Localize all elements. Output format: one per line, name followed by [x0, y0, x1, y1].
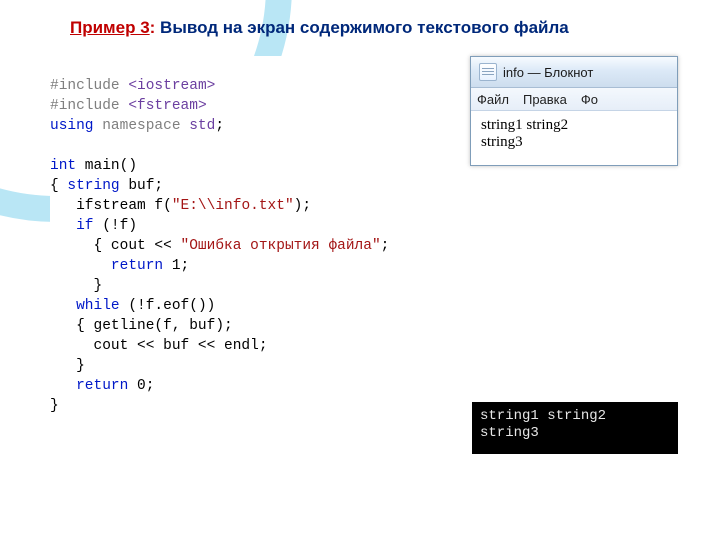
code-listing: #include <iostream> #include <fstream> u…	[50, 56, 446, 416]
code-token: int	[50, 158, 76, 174]
menu-file[interactable]: Файл	[477, 92, 509, 107]
title-separator: :	[150, 18, 160, 37]
title-text: Вывод на экран содержимого текстового фа…	[160, 18, 569, 37]
menu-edit[interactable]: Правка	[523, 92, 567, 107]
code-token: "E:\\info.txt"	[172, 198, 294, 214]
code-token: );	[294, 198, 311, 214]
code-token: return	[76, 378, 128, 394]
code-token: (!f.eof())	[120, 298, 216, 314]
code-token: if	[76, 218, 93, 234]
notepad-content: string1 string2 string3	[471, 111, 677, 165]
code-token: main()	[76, 158, 137, 174]
code-token: using	[50, 118, 94, 134]
code-token: string	[67, 178, 119, 194]
code-token: buf;	[120, 178, 164, 194]
notepad-icon	[479, 63, 497, 81]
code-token: "Ошибка открытия файла"	[181, 238, 381, 254]
code-token	[50, 378, 76, 394]
code-token: <fstream>	[128, 98, 206, 114]
notepad-titlebar: info — Блокнот	[471, 57, 677, 88]
code-token: }	[50, 358, 85, 374]
code-token: <iostream>	[128, 78, 215, 94]
code-token	[50, 298, 76, 314]
code-token: 0;	[128, 378, 154, 394]
slide-title: Пример 3: Вывод на экран содержимого тек…	[70, 18, 569, 38]
code-token: 1;	[163, 258, 189, 274]
code-token: (!f)	[94, 218, 138, 234]
code-token: ;	[381, 238, 390, 254]
code-token: return	[111, 258, 163, 274]
console-output: string1 string2 string3	[472, 402, 678, 454]
code-token: }	[50, 278, 102, 294]
code-token: { cout <<	[50, 238, 181, 254]
code-token: }	[50, 398, 59, 414]
code-token: ifstream f(	[50, 198, 172, 214]
code-token: ;	[215, 118, 224, 134]
notepad-title: info — Блокнот	[503, 65, 593, 80]
code-token	[50, 218, 76, 234]
notepad-window: info — Блокнот Файл Правка Фо string1 st…	[470, 56, 678, 166]
code-token: #include	[50, 78, 128, 94]
code-token: #include	[50, 98, 128, 114]
code-token: namespace	[94, 118, 190, 134]
code-token: std	[189, 118, 215, 134]
code-token: cout << buf << endl;	[50, 338, 268, 354]
code-token: {	[50, 178, 67, 194]
menu-format[interactable]: Фо	[581, 92, 598, 107]
code-token: { getline(f, buf);	[50, 318, 233, 334]
title-example: Пример 3	[70, 18, 150, 37]
notepad-menubar: Файл Правка Фо	[471, 88, 677, 111]
code-token	[50, 258, 111, 274]
code-token: while	[76, 298, 120, 314]
